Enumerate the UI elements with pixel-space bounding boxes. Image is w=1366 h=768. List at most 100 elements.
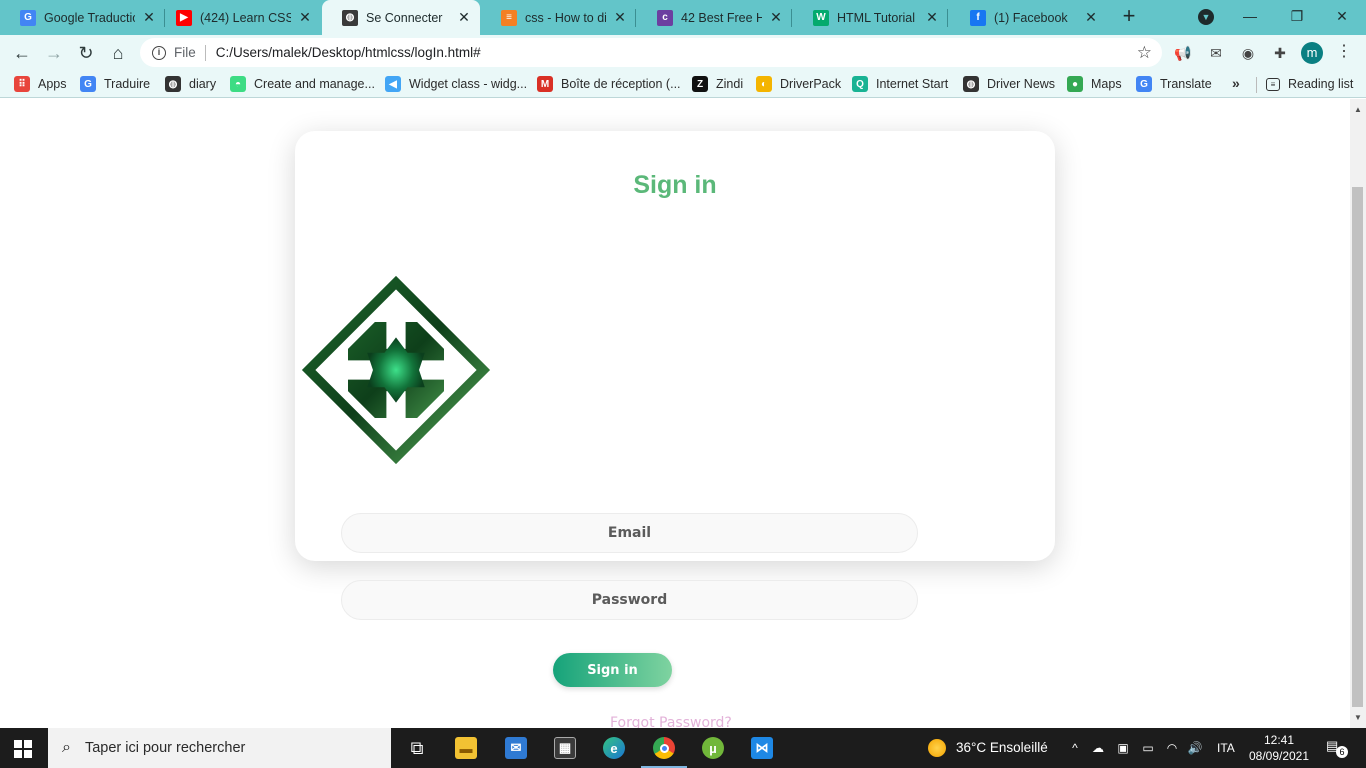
- bookmark-item[interactable]: G Traduire: [80, 75, 150, 93]
- windows-start-icon[interactable]: [14, 740, 32, 758]
- bookmark-label: Traduire: [104, 77, 151, 91]
- input-language[interactable]: ITA: [1217, 741, 1235, 755]
- bookmarks-bar: ⠿ Apps G Traduire ◍ diary ◓ Create and manage..…: [0, 70, 1366, 98]
- bookmarks-divider: [1256, 77, 1257, 93]
- bookmark-item[interactable]: ● Maps: [1067, 75, 1122, 93]
- chrome-icon[interactable]: [650, 734, 678, 762]
- search-icon: ⌕: [62, 739, 71, 756]
- tab-4[interactable]: ≡ css - How to disp ✕: [481, 0, 636, 35]
- bookmark-label: Translate: [1160, 77, 1212, 91]
- address-bar[interactable]: i File C:/Users/malek/Desktop/htmlcss/lo…: [140, 38, 1162, 67]
- home-icon[interactable]: ⌂: [105, 40, 131, 66]
- forward-arrow-icon[interactable]: →: [41, 40, 67, 66]
- globe-icon: ◍: [963, 76, 979, 92]
- window-close-button[interactable]: ✕: [1330, 4, 1354, 28]
- windows-taskbar: ⌕ Taper ici pour rechercher ⧉ ▬ ✉ ▦ e µ …: [0, 728, 1366, 768]
- tab-separator: [635, 9, 636, 27]
- profile-avatar[interactable]: m: [1301, 42, 1323, 64]
- megaphone-extension-icon[interactable]: 📢: [1173, 43, 1193, 63]
- url-text[interactable]: C:/Users/malek/Desktop/htmlcss/logIn.htm…: [216, 45, 1137, 60]
- wifi-icon[interactable]: ◠: [1164, 740, 1180, 756]
- tab-close-icon[interactable]: ✕: [141, 9, 157, 26]
- tab-title: Se Connecter: [366, 10, 443, 25]
- password-field[interactable]: [341, 580, 918, 620]
- bookmark-label: Driver News: [987, 77, 1056, 91]
- battery-icon[interactable]: ▭: [1140, 740, 1156, 756]
- new-tab-button[interactable]: +: [1117, 5, 1141, 29]
- back-arrow-icon[interactable]: ←: [9, 40, 35, 66]
- tab-title: Google Traductio: [44, 10, 135, 25]
- weather-text[interactable]: 36°C Ensoleillé: [956, 740, 1048, 755]
- tab-close-icon[interactable]: ✕: [1083, 9, 1099, 26]
- bookmark-item[interactable]: ◍ diary: [165, 75, 216, 93]
- restore-button[interactable]: ❐: [1285, 4, 1309, 28]
- bookmark-item[interactable]: ◍ Driver News: [963, 75, 1055, 93]
- tab-5[interactable]: c 42 Best Free HTM ✕: [637, 0, 792, 35]
- bookmark-item[interactable]: ◓ Create and manage...: [230, 75, 375, 93]
- puzzle-extensions-icon[interactable]: ✚: [1270, 43, 1290, 63]
- apps-grid-icon: ⠿: [14, 76, 30, 92]
- menu-dots-icon[interactable]: ⋮: [1336, 43, 1352, 61]
- bookmark-item[interactable]: ◐ DriverPack: [756, 75, 841, 93]
- tab-6[interactable]: W HTML Tutorial ✕: [793, 0, 948, 35]
- tab-close-icon[interactable]: ✕: [768, 9, 784, 26]
- minimize-button[interactable]: —: [1238, 4, 1262, 28]
- forgot-password-link[interactable]: Forgot Password?: [610, 715, 732, 728]
- bookmark-item[interactable]: ◀ Widget class - widg...: [385, 75, 527, 93]
- taskbar-search[interactable]: ⌕ Taper ici pour rechercher: [48, 728, 391, 768]
- bookmark-item[interactable]: Q Internet Start: [852, 75, 948, 93]
- bookmark-item[interactable]: ⠿ Apps: [14, 75, 67, 93]
- tab-close-icon[interactable]: ✕: [456, 9, 472, 26]
- url-scheme: File: [174, 45, 196, 60]
- vscode-icon[interactable]: ⋈: [748, 734, 776, 762]
- reload-icon[interactable]: ↻: [73, 40, 99, 66]
- edge-icon[interactable]: e: [600, 734, 628, 762]
- reading-list-button[interactable]: ≡ Reading list: [1266, 75, 1353, 93]
- bookmark-label: diary: [189, 77, 217, 91]
- tab-close-icon[interactable]: ✕: [612, 9, 628, 26]
- bookmark-item[interactable]: Z Zindi: [692, 75, 743, 93]
- system-clock[interactable]: 12:41 08/09/2021: [1245, 732, 1313, 764]
- bookmark-item[interactable]: M Boîte de réception (...: [537, 75, 681, 93]
- driverpack-icon: ◐: [756, 76, 772, 92]
- weather-sun-icon[interactable]: [928, 739, 946, 757]
- w3schools-icon: W: [813, 9, 829, 26]
- mail-app-icon[interactable]: ✉: [502, 734, 530, 762]
- scrollbar-thumb[interactable]: [1352, 187, 1363, 707]
- site-logo: [301, 275, 491, 465]
- youtube-icon: ▶: [176, 9, 192, 26]
- task-view-icon[interactable]: ⧉: [403, 734, 431, 762]
- google-translate-icon: G: [20, 9, 36, 26]
- info-icon[interactable]: i: [152, 45, 166, 60]
- tab-3[interactable]: ◍ Se Connecter ✕: [322, 0, 480, 35]
- onedrive-cloud-icon[interactable]: ☁: [1090, 740, 1106, 756]
- google-translate-icon: G: [80, 76, 96, 92]
- meet-now-icon[interactable]: ▣: [1115, 740, 1131, 756]
- owl-extension-icon[interactable]: ◉: [1238, 43, 1258, 63]
- tab-2[interactable]: ▶ (424) Learn CSS In ✕: [156, 0, 321, 35]
- page-title: Sign in: [633, 171, 717, 199]
- tab-close-icon[interactable]: ✕: [924, 9, 940, 26]
- notification-center-icon[interactable]: ▤ 6: [1326, 738, 1348, 758]
- utorrent-icon[interactable]: µ: [699, 734, 727, 762]
- scroll-up-arrow-icon[interactable]: ▲: [1353, 105, 1363, 114]
- tab-search-icon[interactable]: ▼: [1198, 9, 1214, 25]
- file-explorer-icon[interactable]: ▬: [452, 734, 480, 762]
- email-field[interactable]: [341, 513, 918, 553]
- bookmark-label: Widget class - widg...: [409, 77, 528, 91]
- mail-extension-icon[interactable]: ✉: [1206, 43, 1226, 63]
- page-scrollbar[interactable]: ▲ ▼: [1350, 99, 1366, 728]
- volume-icon[interactable]: 🔊: [1187, 740, 1203, 756]
- signin-button[interactable]: Sign in: [553, 653, 672, 687]
- tray-chevron-up-icon[interactable]: ^: [1067, 740, 1083, 756]
- tab-1[interactable]: G Google Traductio ✕: [0, 0, 165, 35]
- tab-close-icon[interactable]: ✕: [297, 9, 313, 26]
- maps-pin-icon: ●: [1067, 76, 1083, 92]
- bookmark-star-icon[interactable]: ☆: [1137, 43, 1152, 63]
- store-icon[interactable]: ▦: [551, 734, 579, 762]
- scroll-down-arrow-icon[interactable]: ▼: [1353, 713, 1363, 722]
- tab-7[interactable]: f (1) Facebook ✕: [950, 0, 1107, 35]
- stackoverflow-icon: ≡: [501, 9, 517, 26]
- bookmark-item[interactable]: G Translate: [1136, 75, 1212, 93]
- more-bookmarks-chevron-icon[interactable]: »: [1232, 75, 1240, 91]
